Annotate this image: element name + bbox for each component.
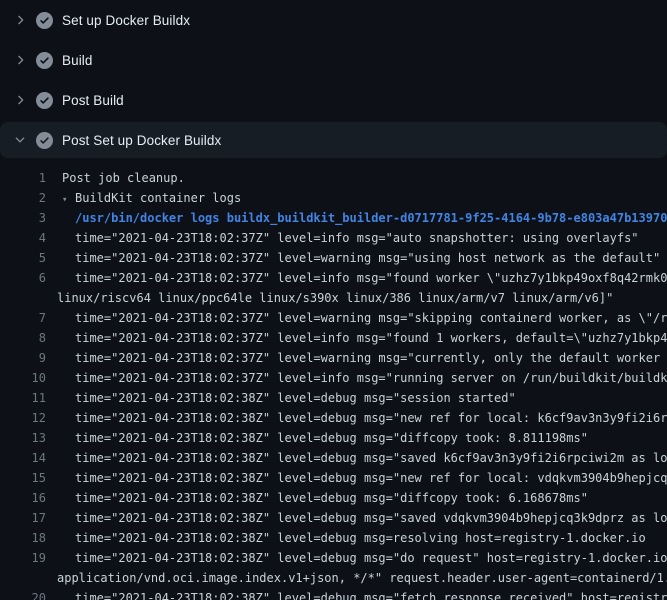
log-line-number[interactable]: 12: [0, 408, 46, 428]
log-line-number: [0, 568, 46, 588]
log-line: 10time="2021-04-23T18:02:37Z" level=info…: [0, 368, 667, 388]
log-text: time="2021-04-23T18:02:38Z" level=debug …: [46, 588, 667, 600]
step-header-post-build[interactable]: Post Build: [0, 80, 667, 120]
log-command-text: /usr/bin/docker logs buildx_buildkit_bui…: [46, 208, 667, 228]
chevron-down-icon: [12, 132, 28, 148]
log-line: application/vnd.oci.image.index.v1+json,…: [0, 568, 667, 588]
log-line: 17time="2021-04-23T18:02:38Z" level=debu…: [0, 508, 667, 528]
log-line-number[interactable]: 7: [0, 308, 46, 328]
log-text: time="2021-04-23T18:02:38Z" level=debug …: [46, 468, 667, 488]
log-line: 13time="2021-04-23T18:02:38Z" level=debu…: [0, 428, 667, 448]
log-line: 9time="2021-04-23T18:02:37Z" level=warni…: [0, 348, 667, 368]
log-line: 5time="2021-04-23T18:02:37Z" level=warni…: [0, 248, 667, 268]
log-line: 18time="2021-04-23T18:02:38Z" level=debu…: [0, 528, 667, 548]
log-text: time="2021-04-23T18:02:37Z" level=warnin…: [46, 308, 667, 328]
log-text: time="2021-04-23T18:02:37Z" level=info m…: [46, 228, 667, 248]
log-text: time="2021-04-23T18:02:37Z" level=info m…: [46, 368, 667, 388]
log-line-number[interactable]: 15: [0, 468, 46, 488]
log-line-number[interactable]: 9: [0, 348, 46, 368]
log-line-number[interactable]: 1: [0, 168, 46, 188]
log-text: application/vnd.oci.image.index.v1+json,…: [46, 568, 667, 588]
log-line: 7time="2021-04-23T18:02:37Z" level=warni…: [0, 308, 667, 328]
log-text: time="2021-04-23T18:02:38Z" level=debug …: [46, 388, 667, 408]
check-circle-icon: [36, 52, 53, 69]
log-line-number[interactable]: 17: [0, 508, 46, 528]
group-collapse-icon: ▾: [62, 190, 75, 208]
log-line-number[interactable]: 18: [0, 528, 46, 548]
step-label: Post Set up Docker Buildx: [62, 133, 221, 148]
log-line-number[interactable]: 3: [0, 208, 46, 228]
log-group-title: BuildKit container logs: [75, 191, 241, 205]
log-line-number: [0, 288, 46, 308]
log-line: 15time="2021-04-23T18:02:38Z" level=debu…: [0, 468, 667, 488]
log-line-number[interactable]: 16: [0, 488, 46, 508]
log-line: 20time="2021-04-23T18:02:38Z" level=debu…: [0, 588, 667, 600]
log-text: time="2021-04-23T18:02:37Z" level=info m…: [46, 328, 667, 348]
step-header-post-set-up-docker-buildx[interactable]: Post Set up Docker Buildx: [0, 122, 667, 158]
check-circle-icon: [36, 12, 53, 29]
step-label: Build: [62, 53, 93, 68]
log-text: time="2021-04-23T18:02:38Z" level=debug …: [46, 508, 667, 528]
log-text: time="2021-04-23T18:02:38Z" level=debug …: [46, 548, 667, 568]
log-text: linux/riscv64 linux/ppc64le linux/s390x …: [46, 288, 667, 308]
log-line: 11time="2021-04-23T18:02:38Z" level=debu…: [0, 388, 667, 408]
log-text: time="2021-04-23T18:02:38Z" level=debug …: [46, 488, 667, 508]
log-text: time="2021-04-23T18:02:37Z" level=warnin…: [46, 248, 667, 268]
log-line: 4time="2021-04-23T18:02:37Z" level=info …: [0, 228, 667, 248]
log-line-number[interactable]: 13: [0, 428, 46, 448]
log-line: 2▾BuildKit container logs: [0, 188, 667, 208]
log-line: linux/riscv64 linux/ppc64le linux/s390x …: [0, 288, 667, 308]
chevron-right-icon: [12, 92, 28, 108]
check-circle-icon: [36, 132, 53, 149]
log-line-number[interactable]: 4: [0, 228, 46, 248]
log-text: time="2021-04-23T18:02:37Z" level=warnin…: [46, 348, 667, 368]
step-list: Set up Docker Buildx Build Post Build Post …: [0, 0, 667, 158]
log-text: time="2021-04-23T18:02:38Z" level=debug …: [46, 528, 667, 548]
log-text: time="2021-04-23T18:02:38Z" level=debug …: [46, 428, 667, 448]
step-header-build[interactable]: Build: [0, 40, 667, 80]
log-line: 1Post job cleanup.: [0, 168, 667, 188]
log-panel: 1Post job cleanup.2▾BuildKit container l…: [0, 160, 667, 600]
log-line: 12time="2021-04-23T18:02:38Z" level=debu…: [0, 408, 667, 428]
log-line: 16time="2021-04-23T18:02:38Z" level=debu…: [0, 488, 667, 508]
log-text: time="2021-04-23T18:02:38Z" level=debug …: [46, 408, 667, 428]
log-line-number[interactable]: 14: [0, 448, 46, 468]
step-label: Post Build: [62, 93, 124, 108]
log-line-number[interactable]: 6: [0, 268, 46, 288]
log-text: Post job cleanup.: [46, 168, 667, 188]
log-group-header[interactable]: ▾BuildKit container logs: [46, 188, 667, 208]
step-label: Set up Docker Buildx: [62, 13, 190, 28]
log-line-number[interactable]: 8: [0, 328, 46, 348]
check-circle-icon: [36, 92, 53, 109]
log-line-number[interactable]: 11: [0, 388, 46, 408]
log-line-number[interactable]: 2: [0, 188, 46, 208]
chevron-right-icon: [12, 12, 28, 28]
log-line: 8time="2021-04-23T18:02:37Z" level=info …: [0, 328, 667, 348]
step-header-set-up-docker-buildx[interactable]: Set up Docker Buildx: [0, 0, 667, 40]
log-line: 19time="2021-04-23T18:02:38Z" level=debu…: [0, 548, 667, 568]
actions-log-viewer: { "colors": { "background": "#0d1117", "…: [0, 0, 667, 600]
log-line-number[interactable]: 10: [0, 368, 46, 388]
chevron-right-icon: [12, 52, 28, 68]
log-line-number[interactable]: 5: [0, 248, 46, 268]
log-text: time="2021-04-23T18:02:38Z" level=debug …: [46, 448, 667, 468]
log-text: time="2021-04-23T18:02:37Z" level=info m…: [46, 268, 667, 288]
log-line: 14time="2021-04-23T18:02:38Z" level=debu…: [0, 448, 667, 468]
log-line: 3/usr/bin/docker logs buildx_buildkit_bu…: [0, 208, 667, 228]
log-line-number[interactable]: 20: [0, 588, 46, 600]
log-line: 6time="2021-04-23T18:02:37Z" level=info …: [0, 268, 667, 288]
log-line-number[interactable]: 19: [0, 548, 46, 568]
